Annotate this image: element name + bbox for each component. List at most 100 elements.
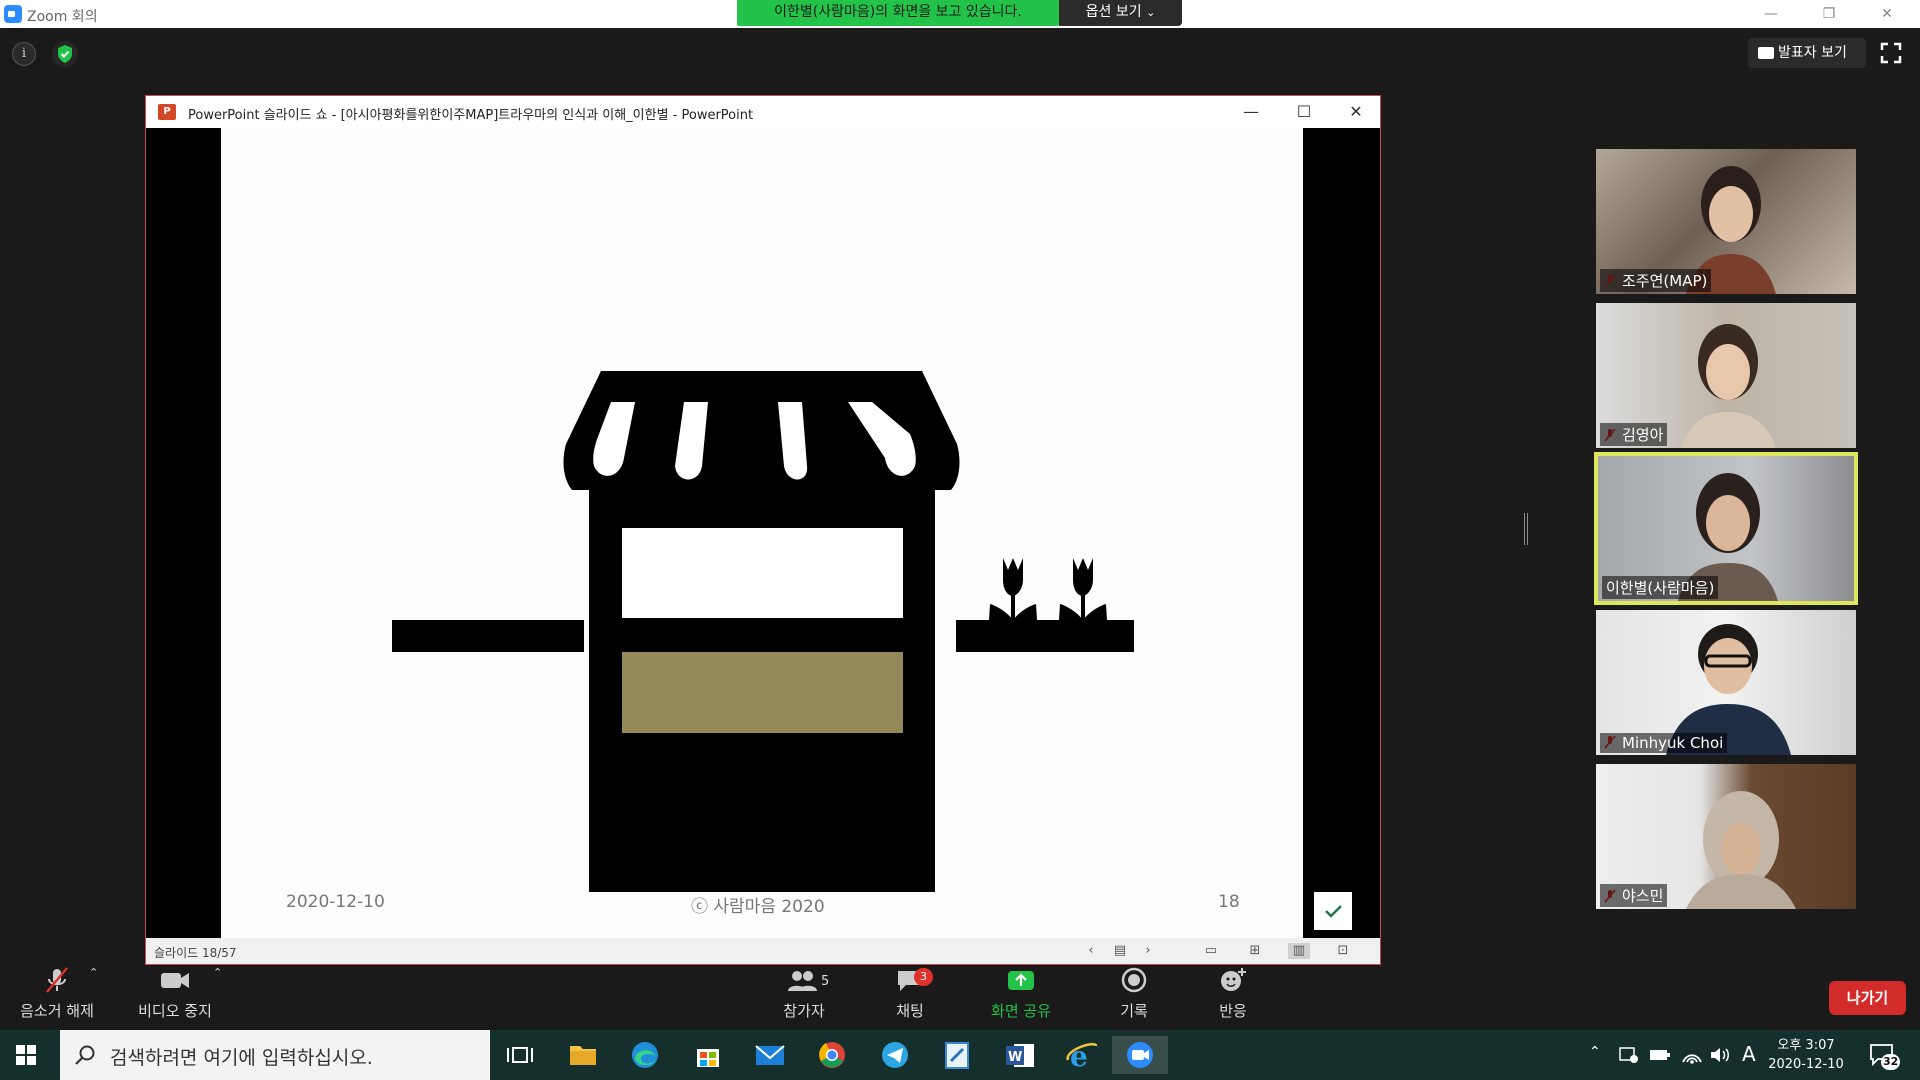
- reaction-emoji-icon: [1221, 968, 1246, 991]
- slide-canvas[interactable]: 2020-12-10 ⓒ 사람마음 2020 18: [221, 128, 1303, 938]
- record-label: 기록: [1120, 1002, 1148, 1020]
- participant-video: [1681, 324, 1776, 448]
- tray-expand-chevron-icon[interactable]: ⌃: [1589, 1044, 1601, 1060]
- notification-center-icon[interactable]: 32: [1868, 1040, 1901, 1070]
- ppt-minimize-button[interactable]: —: [1231, 100, 1271, 124]
- market-stall-illustration: [392, 371, 1134, 892]
- slide-counter: 슬라이드 18/57: [154, 946, 237, 960]
- slideshow-view-icon[interactable]: ⊡: [1332, 943, 1354, 959]
- chat-unread-badge: 3: [914, 968, 933, 986]
- notification-count-badge: 32: [1881, 1054, 1901, 1070]
- participant-tile[interactable]: 조주연(MAP): [1596, 149, 1856, 294]
- restore-button[interactable]: ❐: [1814, 3, 1844, 25]
- participants-label: 참가자: [783, 1002, 825, 1020]
- clock-time: 오후 3:07: [1777, 1038, 1835, 1053]
- edge-browser-icon[interactable]: [625, 1036, 665, 1074]
- participants-icon: [788, 971, 817, 991]
- chevron-down-icon: ⌄: [1146, 6, 1156, 19]
- slide-sorter-icon[interactable]: ⊞: [1244, 943, 1266, 959]
- zoom-app-icon[interactable]: [1112, 1036, 1168, 1074]
- participant-name: 이한별(사람마음): [1602, 576, 1719, 599]
- close-button[interactable]: ✕: [1872, 3, 1902, 25]
- screen-share-banner: 이한별(사람마음)의 화면을 보고 있습니다.: [737, 0, 1059, 26]
- file-explorer-icon[interactable]: [563, 1036, 603, 1074]
- chat-label: 채팅: [896, 1002, 924, 1020]
- internet-explorer-icon[interactable]: e: [1062, 1036, 1102, 1074]
- powerpoint-slideshow-window: P PowerPoint 슬라이드 쇼 - [아시아평화를위한이주MAP]트라우…: [145, 95, 1381, 965]
- record-button[interactable]: 기록: [1116, 966, 1152, 1021]
- participant-tile[interactable]: 야스민: [1596, 764, 1856, 909]
- zoom-logo-icon: [4, 5, 22, 23]
- participant-name: 야스민: [1600, 884, 1668, 907]
- leave-meeting-button[interactable]: 나가기: [1829, 981, 1906, 1015]
- speaker-view-label: 발표자 보기: [1778, 45, 1847, 61]
- stop-video-label: 비디오 중지: [138, 1002, 212, 1020]
- powerpoint-title-bar: P PowerPoint 슬라이드 쇼 - [아시아평화를위한이주MAP]트라우…: [146, 96, 1380, 128]
- participant-tile[interactable]: Minhyuk Choi: [1596, 610, 1856, 755]
- powerpoint-window-title: PowerPoint 슬라이드 쇼 - [아시아평화를위한이주MAP]트라우마의…: [188, 108, 754, 123]
- tray-app-icon[interactable]: [1619, 1046, 1639, 1064]
- taskbar-clock[interactable]: 오후 3:07 2020-12-10: [1766, 1036, 1846, 1074]
- chrome-browser-icon[interactable]: [812, 1036, 852, 1074]
- ppt-maximize-button[interactable]: ☐: [1284, 100, 1324, 124]
- checkmark-icon: [1325, 905, 1342, 918]
- participant-video: [1686, 791, 1796, 909]
- participant-name: 조주연(MAP): [1600, 269, 1712, 292]
- participant-name: 김영아: [1600, 423, 1668, 446]
- ime-indicator[interactable]: A: [1742, 1042, 1756, 1066]
- mail-icon[interactable]: [750, 1036, 790, 1074]
- microsoft-word-icon[interactable]: W: [1000, 1036, 1040, 1074]
- video-camera-icon: [161, 973, 189, 988]
- windows-start-icon[interactable]: [16, 1045, 36, 1065]
- window-title: Zoom 회의: [27, 9, 98, 25]
- search-icon: [75, 1045, 95, 1065]
- meeting-info-icon[interactable]: i: [12, 42, 36, 66]
- speaker-view-icon: [1758, 47, 1774, 59]
- taskbar-search-box[interactable]: 검색하려면 여기에 입력하십시오.: [60, 1030, 490, 1080]
- battery-icon[interactable]: [1649, 1048, 1671, 1062]
- ppt-close-button[interactable]: ✕: [1336, 100, 1376, 124]
- microsoft-store-icon[interactable]: [688, 1036, 728, 1074]
- task-view-icon[interactable]: [500, 1036, 540, 1074]
- svg-text:W: W: [1008, 1050, 1022, 1065]
- unmute-label: 음소거 해제: [20, 1002, 94, 1020]
- share-screen-label: 화면 공유: [991, 1002, 1051, 1020]
- reactions-button[interactable]: 반응: [1216, 966, 1250, 1021]
- fullscreen-icon[interactable]: [1880, 42, 1902, 64]
- muted-mic-icon: [46, 967, 68, 993]
- participant-name: Minhyuk Choi: [1600, 733, 1728, 753]
- checkmark-button[interactable]: [1314, 892, 1352, 930]
- participants-count: 5: [821, 974, 830, 989]
- share-screen-icon: [1008, 971, 1034, 990]
- powerpoint-status-bar: 슬라이드 18/57 ‹ ▤ › ▭ ⊞ ▥ ⊡: [146, 938, 1380, 964]
- participant-tile-active-speaker[interactable]: 이한별(사람마음): [1594, 452, 1858, 605]
- participant-tile[interactable]: 김영아: [1596, 303, 1856, 448]
- previous-slide-icon[interactable]: ‹: [1080, 943, 1102, 959]
- search-placeholder: 검색하려면 여기에 입력하십시오.: [110, 1047, 373, 1069]
- slide-copyright: ⓒ 사람마음 2020: [691, 897, 825, 917]
- hangul-word-processor-icon[interactable]: [937, 1036, 977, 1074]
- record-icon: [1121, 967, 1147, 993]
- share-screen-button[interactable]: 화면 공유: [986, 966, 1056, 1021]
- unmute-button[interactable]: 음소거 해제: [14, 966, 100, 1021]
- audio-options-chevron-icon[interactable]: ⌃: [89, 966, 98, 979]
- slide-date: 2020-12-10: [286, 892, 385, 912]
- encryption-shield-icon[interactable]: [52, 41, 78, 67]
- next-slide-icon[interactable]: ›: [1137, 943, 1159, 959]
- video-options-chevron-icon[interactable]: ⌃: [213, 966, 222, 979]
- slide-menu-icon[interactable]: ▤: [1109, 943, 1131, 959]
- speaker-view-button[interactable]: 발표자 보기: [1748, 38, 1866, 68]
- telegram-icon[interactable]: [875, 1036, 915, 1074]
- wifi-icon[interactable]: [1681, 1045, 1703, 1065]
- powerpoint-logo-icon: P: [158, 104, 176, 120]
- view-options-button[interactable]: 옵션 보기 ⌄: [1059, 0, 1182, 26]
- stop-video-button[interactable]: 비디오 중지: [132, 966, 218, 1021]
- normal-view-icon[interactable]: ▭: [1200, 943, 1222, 959]
- volume-icon[interactable]: [1709, 1046, 1731, 1064]
- slide-page-number: 18: [1218, 892, 1240, 912]
- panel-resize-handle[interactable]: [1524, 513, 1528, 545]
- minimize-button[interactable]: —: [1756, 3, 1786, 25]
- reading-view-icon[interactable]: ▥: [1288, 943, 1310, 959]
- reactions-label: 반응: [1219, 1002, 1247, 1020]
- view-options-label: 옵션 보기: [1085, 4, 1142, 20]
